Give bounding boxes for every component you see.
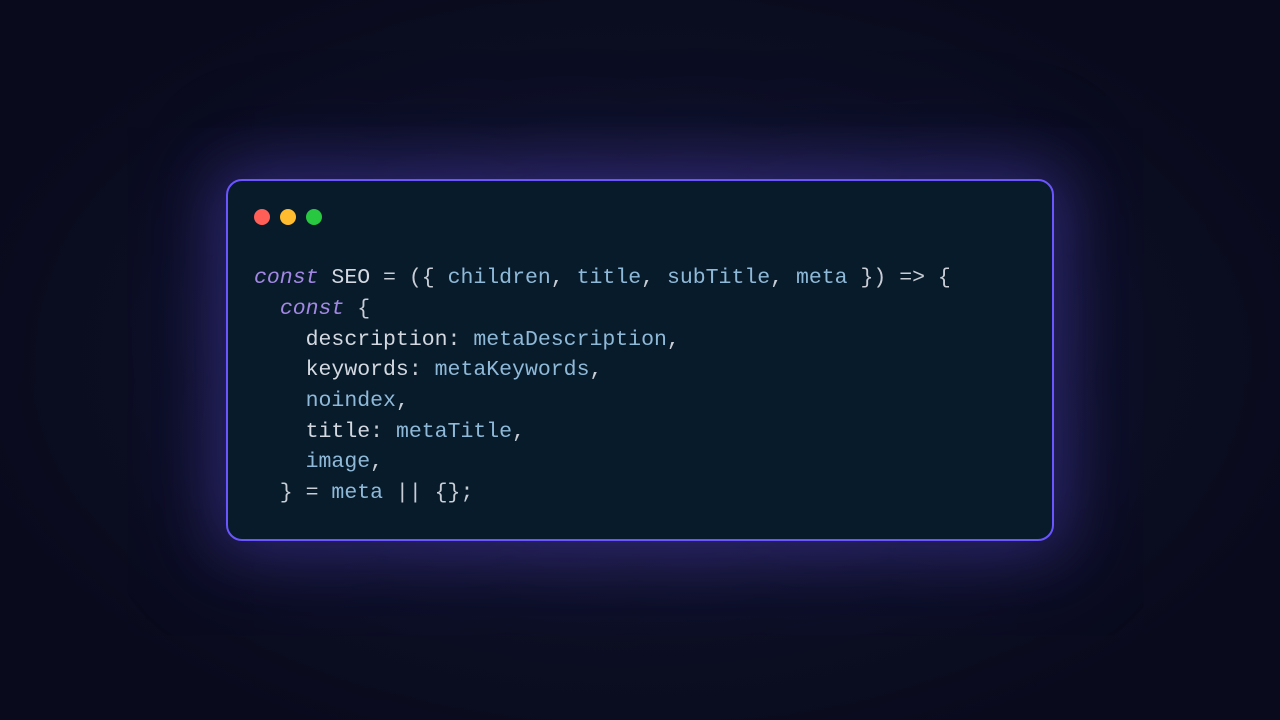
- rbrace: }: [848, 266, 874, 290]
- comma: ,: [589, 358, 602, 382]
- lbrace: {: [422, 266, 448, 290]
- lparen: (: [409, 266, 422, 290]
- param-meta: meta: [796, 266, 848, 290]
- var-noindex: noindex: [306, 389, 396, 413]
- var-metadescription: metaDescription: [473, 328, 667, 352]
- arrow: =>: [886, 266, 938, 290]
- var-meta: meta: [331, 481, 383, 505]
- keyword-const: const: [254, 266, 319, 290]
- equals: =: [370, 266, 409, 290]
- empty-obj: {}: [435, 481, 461, 505]
- traffic-light-green-icon[interactable]: [306, 209, 322, 225]
- comma: ,: [641, 266, 667, 290]
- comma: ,: [770, 266, 796, 290]
- prop-description: description: [306, 328, 448, 352]
- lbrace-body: {: [938, 266, 951, 290]
- indent: [254, 389, 306, 413]
- comma: ,: [667, 328, 680, 352]
- rparen: ): [873, 266, 886, 290]
- prop-keywords: keywords: [306, 358, 409, 382]
- colon: :: [448, 328, 474, 352]
- var-metatitle: metaTitle: [396, 420, 512, 444]
- keyword-const: const: [280, 297, 345, 321]
- comma: ,: [551, 266, 577, 290]
- indent: [254, 297, 280, 321]
- indent: [254, 328, 306, 352]
- traffic-light-yellow-icon[interactable]: [280, 209, 296, 225]
- indent: [254, 420, 306, 444]
- lbrace-destr: {: [357, 297, 370, 321]
- indent: [254, 450, 306, 474]
- prop-title: title: [306, 420, 371, 444]
- comma: ,: [512, 420, 525, 444]
- semicolon: ;: [460, 481, 473, 505]
- identifier-seo: SEO: [331, 266, 370, 290]
- colon: :: [370, 420, 396, 444]
- param-title: title: [577, 266, 642, 290]
- close-destructure: } =: [254, 481, 331, 505]
- colon: :: [409, 358, 435, 382]
- or-op: ||: [383, 481, 435, 505]
- titlebar: [254, 209, 1026, 225]
- indent: [254, 358, 306, 382]
- var-image: image: [306, 450, 371, 474]
- param-subtitle: subTitle: [667, 266, 770, 290]
- var-metakeywords: metaKeywords: [435, 358, 590, 382]
- code-block: const SEO = ({ children, title, subTitle…: [254, 263, 1026, 509]
- traffic-light-red-icon[interactable]: [254, 209, 270, 225]
- comma: ,: [370, 450, 383, 474]
- code-window: const SEO = ({ children, title, subTitle…: [226, 179, 1054, 541]
- param-children: children: [448, 266, 551, 290]
- comma: ,: [396, 389, 409, 413]
